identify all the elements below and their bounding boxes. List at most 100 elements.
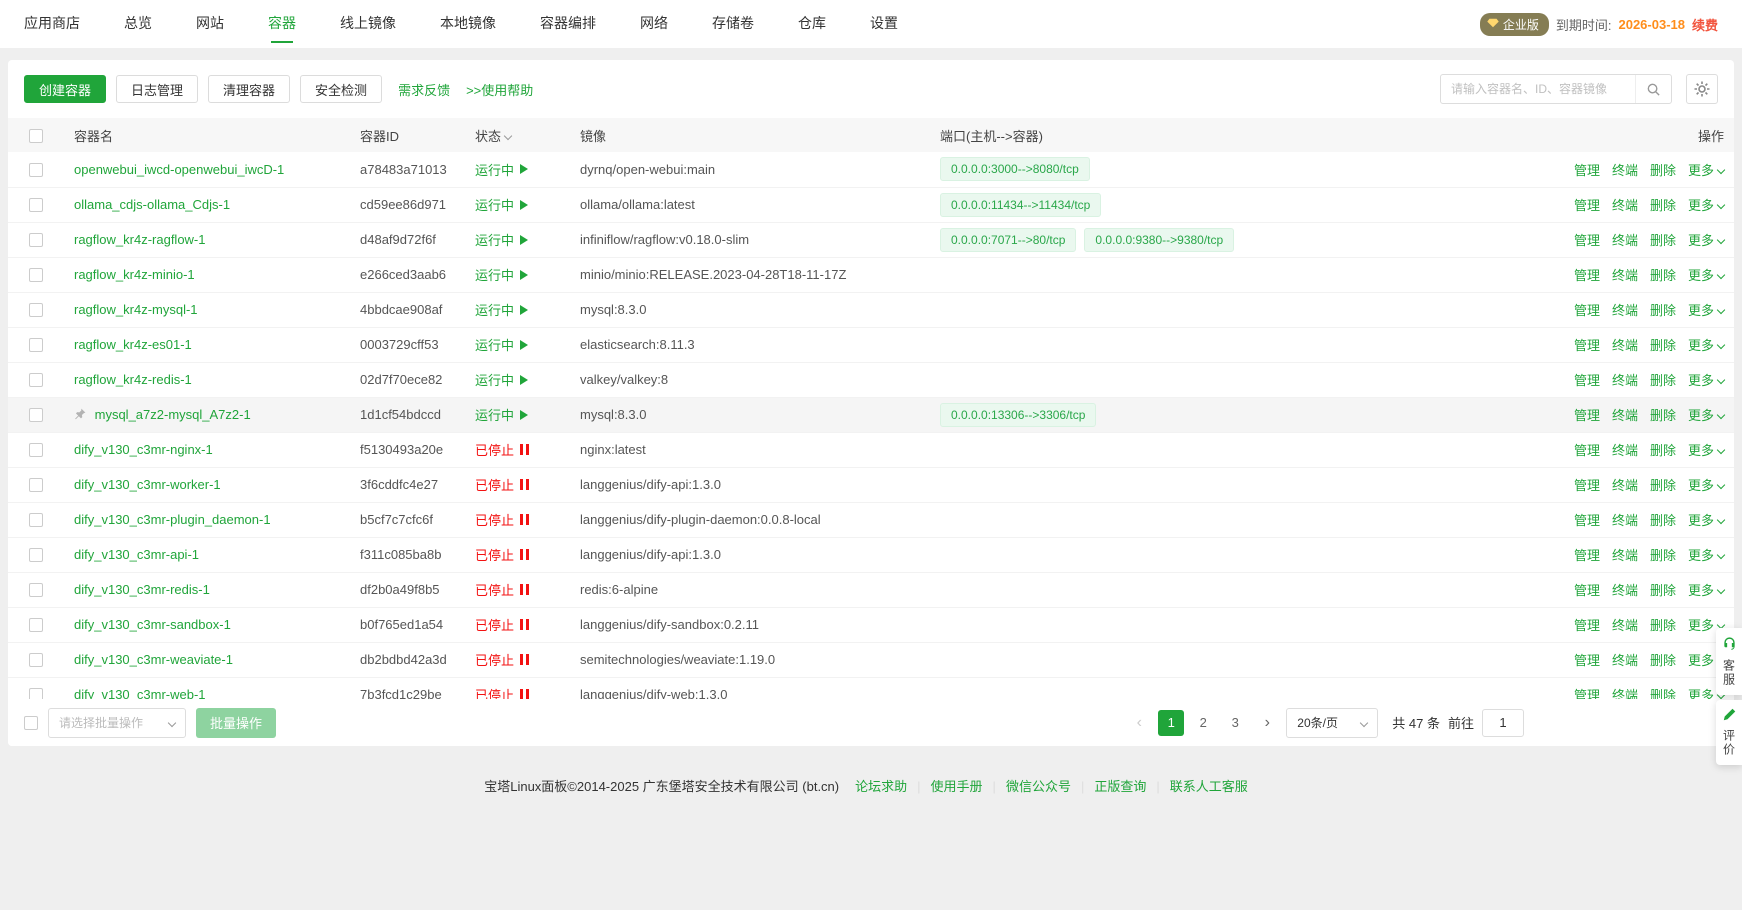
action-delete[interactable]: 删除 (1650, 548, 1676, 563)
feedback-link[interactable]: 需求反馈 (398, 80, 450, 99)
port-badge[interactable]: 0.0.0.0:13306-->3306/tcp (940, 403, 1096, 427)
footer-link-使用手册[interactable]: 使用手册 (931, 779, 983, 794)
container-name-link[interactable]: dify_v130_c3mr-weaviate-1 (74, 652, 233, 667)
action-delete[interactable]: 删除 (1650, 513, 1676, 528)
action-manage[interactable]: 管理 (1574, 373, 1600, 388)
action-more[interactable]: 更多 (1688, 163, 1724, 178)
row-checkbox[interactable] (29, 548, 43, 562)
row-checkbox[interactable] (29, 303, 43, 317)
container-status[interactable]: 运行中 (475, 195, 528, 214)
action-terminal[interactable]: 终端 (1612, 548, 1638, 563)
search-icon[interactable] (1635, 75, 1671, 103)
action-terminal[interactable]: 终端 (1612, 513, 1638, 528)
action-delete[interactable]: 删除 (1650, 443, 1676, 458)
row-checkbox[interactable] (29, 198, 43, 212)
container-name-link[interactable]: ragflow_kr4z-minio-1 (74, 267, 195, 282)
action-manage[interactable]: 管理 (1574, 408, 1600, 423)
nav-item-设置[interactable]: 设置 (870, 0, 898, 48)
action-delete[interactable]: 删除 (1650, 198, 1676, 213)
action-more[interactable]: 更多 (1688, 583, 1724, 598)
header-status[interactable]: 状态 (465, 118, 570, 152)
row-checkbox[interactable] (29, 233, 43, 247)
action-terminal[interactable]: 终端 (1612, 688, 1638, 699)
action-delete[interactable]: 删除 (1650, 408, 1676, 423)
action-delete[interactable]: 删除 (1650, 338, 1676, 353)
nav-item-网络[interactable]: 网络 (640, 0, 668, 48)
action-delete[interactable]: 删除 (1650, 688, 1676, 699)
container-name-link[interactable]: openwebui_iwcd-openwebui_iwcD-1 (74, 162, 284, 177)
port-badge[interactable]: 0.0.0.0:3000-->8080/tcp (940, 157, 1090, 181)
action-more[interactable]: 更多 (1688, 233, 1724, 248)
action-terminal[interactable]: 终端 (1612, 198, 1638, 213)
action-manage[interactable]: 管理 (1574, 478, 1600, 493)
action-terminal[interactable]: 终端 (1612, 408, 1638, 423)
footer-link-正版查询[interactable]: 正版查询 (1094, 779, 1146, 794)
container-name-link[interactable]: dify_v130_c3mr-api-1 (74, 547, 199, 562)
action-more[interactable]: 更多 (1688, 443, 1724, 458)
container-name-link[interactable]: dify_v130_c3mr-plugin_daemon-1 (74, 512, 271, 527)
action-terminal[interactable]: 终端 (1612, 618, 1638, 633)
action-more[interactable]: 更多 (1688, 268, 1724, 283)
action-manage[interactable]: 管理 (1574, 268, 1600, 283)
footer-link-微信公众号[interactable]: 微信公众号 (1006, 779, 1071, 794)
action-manage[interactable]: 管理 (1574, 338, 1600, 353)
container-name-link[interactable]: ragflow_kr4z-redis-1 (74, 372, 192, 387)
nav-item-总览[interactable]: 总览 (124, 0, 152, 48)
action-terminal[interactable]: 终端 (1612, 373, 1638, 388)
container-status[interactable]: 运行中 (475, 265, 528, 284)
action-terminal[interactable]: 终端 (1612, 303, 1638, 318)
action-delete[interactable]: 删除 (1650, 303, 1676, 318)
action-terminal[interactable]: 终端 (1612, 583, 1638, 598)
action-more[interactable]: 更多 (1688, 338, 1724, 353)
container-name-link[interactable]: ragflow_kr4z-ragflow-1 (74, 232, 206, 247)
nav-item-容器[interactable]: 容器 (268, 0, 296, 48)
action-terminal[interactable]: 终端 (1612, 443, 1638, 458)
container-status[interactable]: 运行中 (475, 405, 528, 424)
row-checkbox[interactable] (29, 653, 43, 667)
prev-page-icon[interactable]: ‹ (1126, 710, 1152, 736)
row-checkbox[interactable] (29, 513, 43, 527)
container-status[interactable]: 已停止 (475, 580, 529, 599)
action-terminal[interactable]: 终端 (1612, 268, 1638, 283)
action-manage[interactable]: 管理 (1574, 163, 1600, 178)
action-manage[interactable]: 管理 (1574, 443, 1600, 458)
gear-icon[interactable] (1686, 74, 1718, 104)
row-checkbox[interactable] (29, 478, 43, 492)
container-status[interactable]: 运行中 (475, 370, 528, 389)
action-delete[interactable]: 删除 (1650, 583, 1676, 598)
nav-item-仓库[interactable]: 仓库 (798, 0, 826, 48)
port-badge[interactable]: 0.0.0.0:7071-->80/tcp (940, 228, 1076, 252)
action-manage[interactable]: 管理 (1574, 548, 1600, 563)
nav-item-本地镜像[interactable]: 本地镜像 (440, 0, 496, 48)
action-delete[interactable]: 删除 (1650, 618, 1676, 633)
row-checkbox[interactable] (29, 583, 43, 597)
create-container-button[interactable]: 创建容器 (24, 75, 106, 103)
action-more[interactable]: 更多 (1688, 478, 1724, 493)
row-checkbox[interactable] (29, 163, 43, 177)
container-name-link[interactable]: ragflow_kr4z-mysql-1 (74, 302, 198, 317)
log-manage-button[interactable]: 日志管理 (116, 75, 198, 103)
row-checkbox[interactable] (29, 268, 43, 282)
container-name-link[interactable]: dify_v130_c3mr-sandbox-1 (74, 617, 231, 632)
row-checkbox[interactable] (29, 338, 43, 352)
action-delete[interactable]: 删除 (1650, 478, 1676, 493)
batch-operation-select[interactable]: 请选择批量操作 (48, 708, 186, 738)
action-manage[interactable]: 管理 (1574, 583, 1600, 598)
nav-item-线上镜像[interactable]: 线上镜像 (340, 0, 396, 48)
container-name-link[interactable]: mysql_a7z2-mysql_A7z2-1 (95, 407, 251, 422)
search-input[interactable] (1441, 82, 1635, 96)
action-terminal[interactable]: 终端 (1612, 338, 1638, 353)
action-terminal[interactable]: 终端 (1612, 653, 1638, 668)
page-button-2[interactable]: 2 (1190, 710, 1216, 736)
container-status[interactable]: 已停止 (475, 650, 529, 669)
action-manage[interactable]: 管理 (1574, 653, 1600, 668)
clean-container-button[interactable]: 清理容器 (208, 75, 290, 103)
action-delete[interactable]: 删除 (1650, 268, 1676, 283)
container-status[interactable]: 已停止 (475, 615, 529, 634)
container-status[interactable]: 已停止 (475, 545, 529, 564)
action-manage[interactable]: 管理 (1574, 198, 1600, 213)
customer-service-widget[interactable]: 客服 (1716, 628, 1742, 695)
action-manage[interactable]: 管理 (1574, 618, 1600, 633)
row-checkbox[interactable] (29, 688, 43, 699)
container-status[interactable]: 已停止 (475, 510, 529, 529)
